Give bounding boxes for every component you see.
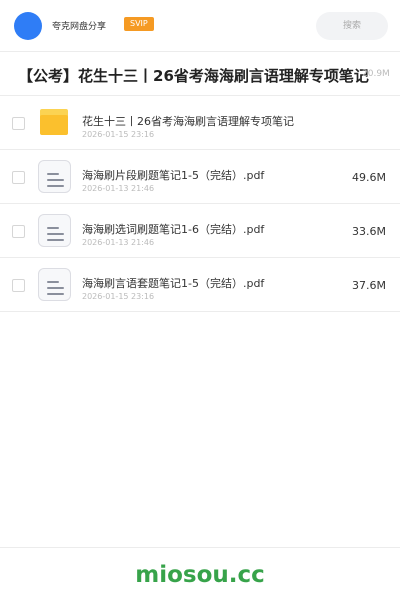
- file-size: 49.6M: [352, 171, 386, 184]
- search-input[interactable]: 搜索: [316, 12, 388, 40]
- avatar[interactable]: [14, 12, 42, 40]
- select-checkbox[interactable]: [12, 171, 25, 184]
- file-name[interactable]: 海海刷言语套题笔记1-5（完结）.pdf: [82, 275, 264, 291]
- list-item[interactable]: 海海刷片段刷题笔记1-5（完结）.pdf 2026-01-13 21:46 49…: [0, 150, 400, 204]
- file-size: 37.6M: [352, 279, 386, 292]
- document-icon: [38, 214, 71, 247]
- folder-icon: [40, 109, 68, 135]
- file-list: 花生十三丨26省考海海刷言语理解专项笔记 2026-01-15 23:16 海海…: [0, 96, 400, 312]
- select-checkbox[interactable]: [12, 225, 25, 238]
- file-size: 33.6M: [352, 225, 386, 238]
- select-checkbox[interactable]: [12, 279, 25, 292]
- footer-bar: miosou.cc: [0, 547, 400, 600]
- document-icon: [38, 268, 71, 301]
- file-date: 2026-01-13 21:46: [82, 184, 155, 193]
- svip-badge: SVIP: [124, 17, 154, 31]
- select-checkbox[interactable]: [12, 117, 25, 130]
- share-title-row: 【公考】花生十三丨26省考海海刷言语理解专项笔记 20.9M: [0, 52, 400, 96]
- list-item[interactable]: 花生十三丨26省考海海刷言语理解专项笔记 2026-01-15 23:16: [0, 96, 400, 150]
- file-name[interactable]: 海海刷片段刷题笔记1-5（完结）.pdf: [82, 167, 264, 183]
- brand-watermark[interactable]: miosou.cc: [0, 562, 400, 588]
- file-date: 2026-01-15 23:16: [82, 292, 155, 301]
- list-item[interactable]: 海海刷言语套题笔记1-5（完结）.pdf 2026-01-15 23:16 37…: [0, 258, 400, 312]
- user-name[interactable]: 夸克网盘分享: [52, 19, 106, 32]
- file-date: 2026-01-13 21:46: [82, 238, 155, 247]
- file-name[interactable]: 海海刷选词刷题笔记1-6（完结）.pdf: [82, 221, 264, 237]
- document-icon: [38, 160, 71, 193]
- list-item[interactable]: 海海刷选词刷题笔记1-6（完结）.pdf 2026-01-13 21:46 33…: [0, 204, 400, 258]
- file-date: 2026-01-15 23:16: [82, 130, 155, 139]
- page-title: 【公考】花生十三丨26省考海海刷言语理解专项笔记: [18, 67, 369, 85]
- file-name[interactable]: 花生十三丨26省考海海刷言语理解专项笔记: [82, 113, 294, 129]
- total-size: 20.9M: [362, 69, 390, 79]
- header-bar: 夸克网盘分享 SVIP 搜索: [0, 0, 400, 52]
